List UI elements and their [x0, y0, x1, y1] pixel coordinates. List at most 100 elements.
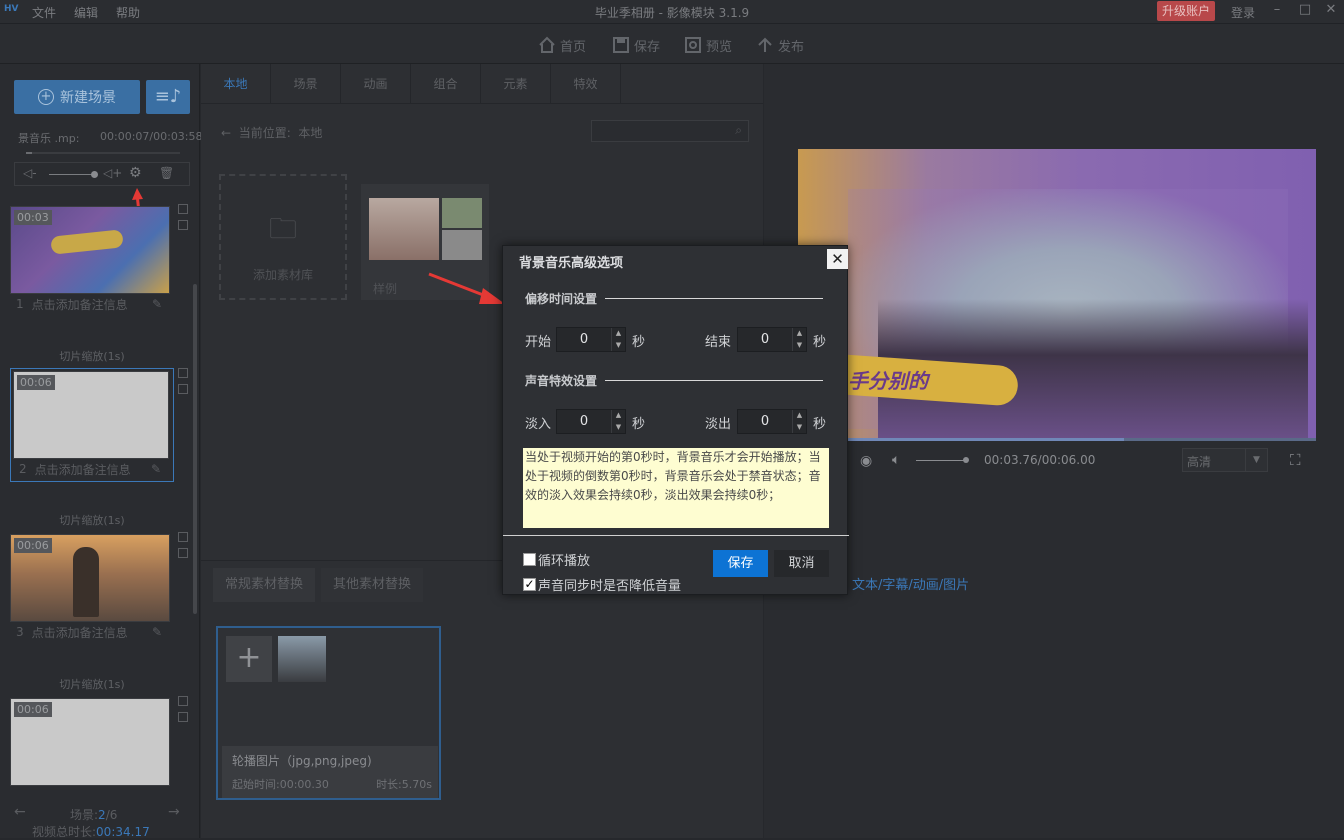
home-button[interactable]: 首页: [538, 36, 586, 55]
settings-gear-icon[interactable]: ⚙: [129, 165, 142, 181]
volume-slider[interactable]: [916, 460, 966, 461]
music-file-name: 景音乐 .mp:: [18, 132, 80, 145]
add-library-button[interactable]: 🗀 添加素材库: [219, 174, 347, 300]
music-list-button[interactable]: ≡♪: [146, 80, 190, 114]
login-link[interactable]: 登录: [1231, 4, 1255, 21]
volume-icon[interactable]: 🔈︎: [892, 452, 900, 468]
spin-up-icon[interactable]: ▲: [612, 410, 625, 422]
tab-effect[interactable]: 特效: [551, 64, 621, 104]
add-library-label: 添加素材库: [252, 268, 313, 282]
dialog-cancel-button[interactable]: 取消: [774, 550, 829, 577]
tab-animation[interactable]: 动画: [341, 64, 411, 104]
add-image-icon[interactable]: +: [226, 636, 272, 682]
prev-scene-icon[interactable]: ←: [14, 804, 26, 820]
copy-scene-icon[interactable]: [178, 712, 188, 722]
spin-up-icon[interactable]: ▲: [612, 328, 625, 340]
spin-arrows[interactable]: ▲ ▼: [611, 410, 625, 433]
delete-music-icon[interactable]: 🗑︎: [159, 166, 174, 180]
dialog-close-button[interactable]: ✕: [827, 249, 848, 269]
start-offset-input[interactable]: 0 ▲ ▼: [556, 327, 626, 352]
scene-note[interactable]: 1 点击添加备注信息 ✎: [10, 294, 174, 314]
end-offset-input[interactable]: 0 ▲ ▼: [737, 327, 807, 352]
scene-note[interactable]: 2 点击添加备注信息 ✎: [13, 459, 171, 479]
transition-label[interactable]: 切片缩放(1s): [10, 676, 174, 692]
scene-note[interactable]: 3 点击添加备注信息 ✎: [10, 622, 174, 642]
breadcrumb-label: 当前位置:: [238, 126, 291, 140]
volume-down-icon[interactable]: ◁-: [23, 166, 37, 180]
spin-down-icon[interactable]: ▼: [793, 340, 806, 352]
edit-icon[interactable]: ✎: [151, 462, 161, 476]
spin-down-icon[interactable]: ▼: [612, 422, 625, 434]
carousel-card[interactable]: + 轮播图片（jpg,png,jpeg) 起始时间:00:00.30 时长:5.…: [216, 626, 441, 800]
spin-arrows[interactable]: ▲ ▼: [611, 328, 625, 351]
search-input[interactable]: ⌕: [591, 120, 749, 142]
transition-label[interactable]: 切片缩放(1s): [10, 348, 174, 364]
add-folder-icon: 🗀: [268, 212, 297, 245]
tab-element[interactable]: 元素: [481, 64, 551, 104]
fadeout-input[interactable]: 0 ▲ ▼: [737, 409, 807, 434]
delete-scene-icon[interactable]: [178, 368, 188, 378]
next-scene-icon[interactable]: →: [168, 804, 180, 820]
copy-scene-icon[interactable]: [178, 384, 188, 394]
offset-section: 偏移时间设置: [525, 290, 824, 307]
material-tabs: 本地 场景 动画 组合 元素 特效: [201, 64, 763, 104]
spin-arrows[interactable]: ▲ ▼: [792, 410, 806, 433]
spin-arrows[interactable]: ▲ ▼: [792, 328, 806, 351]
start-unit: 秒: [632, 335, 646, 350]
loop-checkbox[interactable]: 循环播放: [523, 550, 590, 569]
spin-down-icon[interactable]: ▼: [612, 340, 625, 352]
volume-slider[interactable]: [49, 174, 95, 175]
video-preview[interactable]: 手分别的: [798, 149, 1316, 441]
delete-scene-icon[interactable]: [178, 204, 188, 214]
tab-local[interactable]: 本地: [201, 64, 271, 104]
new-scene-button[interactable]: + 新建场景: [14, 80, 140, 114]
effect-section-title: 声音特效设置: [525, 374, 598, 388]
replay-icon[interactable]: ◉: [860, 453, 872, 469]
copy-scene-icon[interactable]: [178, 220, 188, 230]
tab-other-replace[interactable]: 其他素材替换: [321, 568, 423, 602]
delete-scene-icon[interactable]: [178, 696, 188, 706]
volume-knob[interactable]: [91, 171, 98, 178]
tab-combo[interactable]: 组合: [411, 64, 481, 104]
quality-select[interactable]: 高清 ▼: [1182, 448, 1268, 472]
copy-scene-icon[interactable]: [178, 548, 188, 558]
minimize-icon[interactable]: –: [1268, 2, 1286, 20]
carousel-title: 轮播图片（jpg,png,jpeg): [232, 754, 372, 768]
dialog-save-button[interactable]: 保存: [713, 550, 768, 577]
spin-up-icon[interactable]: ▲: [793, 410, 806, 422]
back-arrow-icon[interactable]: ←: [221, 126, 231, 140]
delete-scene-icon[interactable]: [178, 532, 188, 542]
save-toolbar-button[interactable]: 保存: [612, 36, 660, 55]
scene-card-3[interactable]: 00:06 3 点击添加备注信息 ✎: [10, 534, 174, 642]
scene-card-4[interactable]: 00:06: [10, 698, 174, 786]
edit-icon[interactable]: ✎: [152, 297, 162, 311]
sample-label: 样例: [373, 282, 398, 296]
volume-up-icon[interactable]: ◁+: [103, 166, 122, 180]
tab-normal-replace[interactable]: 常规素材替换: [213, 568, 315, 602]
spin-down-icon[interactable]: ▼: [793, 422, 806, 434]
publish-button[interactable]: 发布: [756, 36, 804, 55]
spin-up-icon[interactable]: ▲: [793, 328, 806, 340]
edit-icon[interactable]: ✎: [152, 625, 162, 639]
plus-circle-icon: +: [38, 89, 54, 105]
loop-checkbox-box[interactable]: [523, 553, 536, 566]
fadein-input[interactable]: 0 ▲ ▼: [556, 409, 626, 434]
transition-label[interactable]: 切片缩放(1s): [10, 512, 174, 528]
close-window-icon[interactable]: ✕: [1322, 2, 1340, 20]
duck-checkbox-box[interactable]: ✓: [523, 578, 536, 591]
tab-scene[interactable]: 场景: [271, 64, 341, 104]
edit-layers-label[interactable]: 文本/字幕/动画/图片: [852, 574, 969, 593]
scene-index: 1: [16, 297, 24, 311]
scene-card-1[interactable]: 00:03 1 点击添加备注信息 ✎: [10, 206, 174, 314]
upgrade-button[interactable]: 升级账户: [1157, 1, 1215, 21]
volume-knob[interactable]: [963, 457, 969, 463]
scene-card-2[interactable]: 00:06 2 点击添加备注信息 ✎: [10, 368, 174, 482]
preview-toolbar-button[interactable]: 预览: [684, 36, 732, 55]
maximize-icon[interactable]: □: [1296, 2, 1314, 20]
fadeout-label: 淡出: [705, 417, 732, 432]
breadcrumb-value[interactable]: 本地: [298, 126, 322, 140]
duck-checkbox[interactable]: ✓ 声音同步时是否降低音量: [523, 575, 681, 594]
fullscreen-icon[interactable]: ⛶: [1290, 451, 1301, 469]
music-progress[interactable]: [26, 152, 180, 154]
scene-scrollbar[interactable]: [193, 284, 197, 614]
